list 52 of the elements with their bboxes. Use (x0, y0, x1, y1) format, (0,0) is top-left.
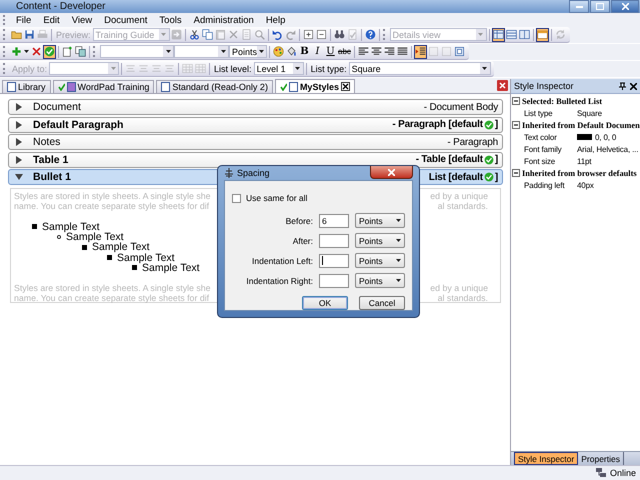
preview-text: al standards. (438, 201, 488, 212)
toolbar-label: List level: (213, 64, 253, 74)
bracket-text: ] (494, 154, 498, 165)
property-value: 0, 0, 0 (595, 132, 616, 142)
style-type: List [default (428, 172, 483, 182)
field-label: Before: (284, 216, 313, 226)
toolbar-label: List type: (310, 64, 348, 74)
style-type: - Paragraph (447, 136, 498, 148)
section-title: Document (33, 101, 81, 113)
dialog-title: Spacing (237, 168, 271, 178)
group-title: Selected: Bulleted List (522, 96, 602, 106)
field-label: Indentation Right: (245, 276, 313, 286)
property-value: Square (577, 108, 602, 118)
toolbar-label: Apply to: (11, 64, 48, 74)
preview-text: al standards. (438, 293, 488, 304)
property-value: Arial, Helvetica, ... (577, 144, 638, 154)
style-type: - Table [default (416, 154, 483, 165)
preview-text: name. You can create separate style sheets for dif (14, 201, 210, 212)
list-item: Sample Text (66, 230, 124, 243)
style-type: - Document Body (424, 102, 498, 112)
preview-text: name. You can create separate style sheets for dif (14, 293, 210, 304)
panel-title: Style Inspector (514, 81, 575, 91)
property-name: Padding left (524, 180, 566, 190)
preview-text: ed by a unique (430, 282, 488, 294)
window-title: Content - Developer (15, 1, 106, 12)
list-item: Sample Text (142, 262, 200, 274)
status-text: Online (610, 468, 636, 478)
checkbox-label: Use same for all (246, 193, 308, 203)
toolbar-label: Preview: (55, 30, 92, 40)
list-item: Sample Text (117, 252, 175, 264)
property-value: 40px (577, 180, 594, 190)
property-name: List type (524, 108, 554, 118)
bracket-text: ] (494, 172, 498, 182)
section-title: Bullet 1 (33, 171, 71, 183)
list-item: Sample Text (42, 220, 100, 233)
preview-text: Styles are stored in style sheets. A single style she (14, 190, 211, 201)
group-title: Inherited from browser defaults (522, 168, 637, 178)
property-name: Text color (524, 132, 558, 142)
bracket-text: ] (494, 119, 498, 130)
property-name: Font size (524, 156, 556, 166)
property-name: Font family (524, 144, 562, 154)
section-title: Notes (33, 136, 60, 148)
list-item: Sample Text (92, 241, 150, 254)
preview-text: ed by a unique (430, 190, 488, 201)
preview-text: Styles are stored in style sheets. A single style she (14, 282, 211, 294)
style-type: - Paragraph [default (392, 119, 483, 130)
property-value: 11pt (577, 156, 592, 166)
field-label: Indentation Left: (251, 256, 313, 266)
section-title: Table 1 (33, 154, 68, 166)
group-title: Inherited from Default Documen (522, 120, 640, 130)
field-label: After: (292, 236, 313, 246)
section-title: Default Paragraph (33, 118, 124, 130)
